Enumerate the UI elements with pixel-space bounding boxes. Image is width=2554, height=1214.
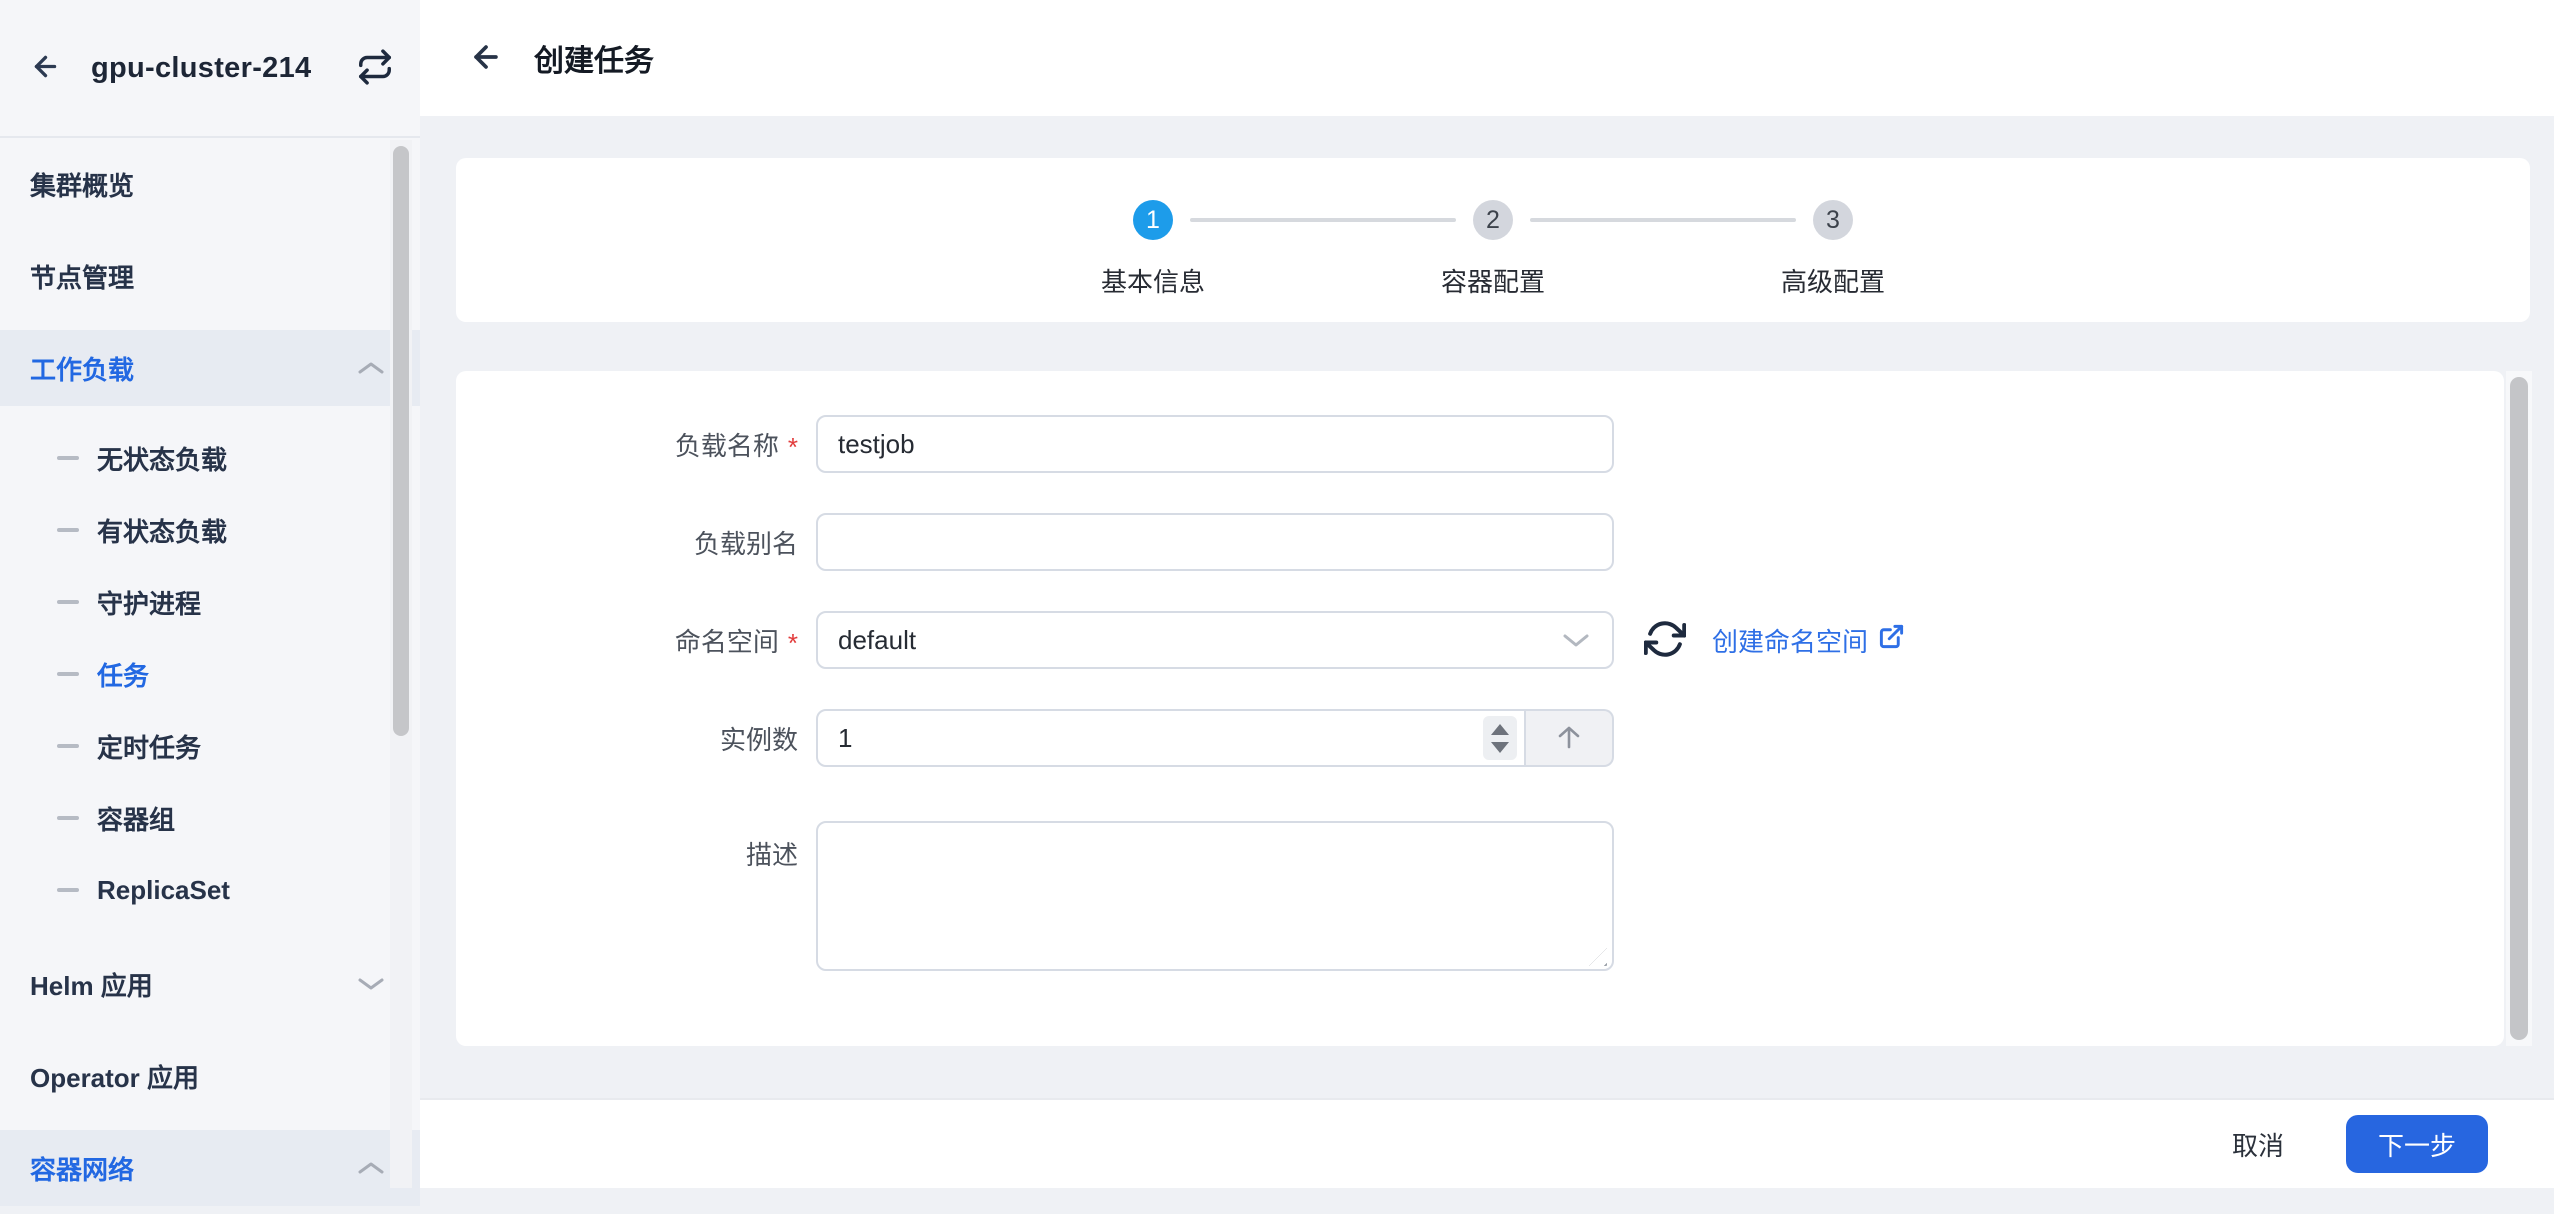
workload-name-input[interactable]: [816, 415, 1614, 473]
back-arrow-icon: [30, 51, 61, 85]
content-area: 1 2 3 基本信息 容器配置 高级配置 负载名称 *: [420, 116, 2554, 1098]
namespace-selected-value: default: [838, 625, 916, 656]
form-row-replicas: 实例数: [456, 709, 2504, 767]
step-connector: [1530, 218, 1796, 222]
namespace-actions: 创建命名空间: [1644, 618, 1905, 663]
workloads-subgroup: 无状态负载 有状态负载 守护进程 任务 定时任务 容器组: [0, 414, 420, 926]
alias-label: 负载别名: [456, 524, 816, 561]
switch-cluster-icon: [356, 48, 394, 89]
step-1-circle: 1: [1133, 200, 1173, 240]
dash-icon: [57, 744, 79, 748]
sidebar-item-pods[interactable]: 容器组: [0, 782, 420, 854]
basic-info-form-card: 负载名称 * 负载别名 命名空间 *: [456, 371, 2504, 1046]
form-row-alias: 负载别名: [456, 513, 2504, 571]
workload-alias-input[interactable]: [816, 513, 1614, 571]
sidebar-nav: 集群概览 节点管理 工作负载 无状态负载 有状态负载 守护进程: [0, 138, 420, 1214]
refresh-icon: [1644, 618, 1686, 663]
replicas-input[interactable]: [816, 709, 1526, 767]
chevron-down-icon: [356, 975, 386, 993]
step-connector: [1190, 218, 1456, 222]
back-arrow-icon: [469, 40, 503, 77]
sidebar-item-cluster-overview[interactable]: 集群概览: [0, 138, 420, 230]
replicas-input-group: [816, 709, 1614, 767]
sidebar-item-workloads[interactable]: 工作负载: [0, 322, 420, 414]
dash-icon: [57, 888, 79, 892]
description-textarea[interactable]: [816, 821, 1614, 971]
stepper-down-icon[interactable]: [1491, 742, 1509, 753]
form-row-name: 负载名称 *: [456, 415, 2504, 473]
required-asterisk: *: [788, 628, 798, 659]
dash-icon: [57, 528, 79, 532]
stepper-card: 1 2 3 基本信息 容器配置 高级配置: [456, 158, 2530, 322]
sidebar: gpu-cluster-214 集群概览 节点管理 工作负载 无状态负载: [0, 0, 420, 1188]
chevron-down-icon: [1562, 632, 1590, 648]
content-scrollbar-thumb[interactable]: [2510, 377, 2528, 1040]
namespace-select[interactable]: default: [816, 611, 1614, 669]
sidebar-item-jobs[interactable]: 任务: [0, 638, 420, 710]
stepper: 1 2 3: [456, 200, 2530, 240]
step-2-label: 容器配置: [1441, 262, 1545, 299]
sidebar-header: gpu-cluster-214: [0, 0, 420, 138]
create-namespace-link[interactable]: 创建命名空间: [1712, 622, 1905, 659]
sidebar-scrollbar[interactable]: [390, 140, 412, 1188]
required-asterisk: *: [788, 432, 798, 463]
name-label: 负载名称 *: [456, 426, 816, 463]
arrow-up-icon: [1551, 719, 1587, 758]
next-step-button[interactable]: 下一步: [2346, 1115, 2488, 1173]
form-row-namespace: 命名空间 * default: [456, 611, 2504, 669]
refresh-namespaces-button[interactable]: [1644, 618, 1686, 663]
sidebar-item-container-network[interactable]: 容器网络: [0, 1122, 420, 1214]
step-2-circle: 2: [1473, 200, 1513, 240]
namespace-label: 命名空间 *: [456, 622, 816, 659]
sidebar-item-operator-apps[interactable]: Operator 应用: [0, 1030, 420, 1122]
cluster-name: gpu-cluster-214: [91, 52, 356, 85]
step-1-label: 基本信息: [1101, 262, 1205, 299]
page-header: 创建任务: [420, 0, 2554, 116]
replicas-stepper[interactable]: [1483, 716, 1517, 760]
dash-icon: [57, 816, 79, 820]
sidebar-item-daemonsets[interactable]: 守护进程: [0, 566, 420, 638]
sidebar-item-statefulsets[interactable]: 有状态负载: [0, 494, 420, 566]
sidebar-scrollbar-thumb[interactable]: [393, 146, 409, 736]
page-back-button[interactable]: [469, 40, 503, 77]
chevron-up-icon: [356, 359, 386, 377]
step-3-circle: 3: [1813, 200, 1853, 240]
sidebar-item-cronjobs[interactable]: 定时任务: [0, 710, 420, 782]
switch-cluster-button[interactable]: [356, 48, 394, 89]
scale-up-button[interactable]: [1526, 709, 1614, 767]
stepper-up-icon[interactable]: [1491, 724, 1509, 735]
dash-icon: [57, 672, 79, 676]
description-label: 描述: [456, 821, 816, 872]
sidebar-item-replicaset[interactable]: ReplicaSet: [0, 854, 420, 926]
sidebar-back-button[interactable]: [30, 51, 61, 85]
replicas-label: 实例数: [456, 720, 816, 757]
form-row-description: 描述: [456, 821, 2504, 976]
sidebar-item-deployments[interactable]: 无状态负载: [0, 422, 420, 494]
external-link-icon: [1878, 623, 1905, 657]
sidebar-item-node-management[interactable]: 节点管理: [0, 230, 420, 322]
cancel-button[interactable]: 取消: [2226, 1125, 2290, 1164]
main-area: 创建任务 1 2 3 基本信息 容器配置 高级配置 负载名称 *: [420, 0, 2554, 1188]
page-title: 创建任务: [534, 36, 654, 80]
sidebar-item-helm-apps[interactable]: Helm 应用: [0, 938, 420, 1030]
form-footer: 取消 下一步: [420, 1098, 2554, 1188]
chevron-up-icon: [356, 1159, 386, 1177]
dash-icon: [57, 600, 79, 604]
dash-icon: [57, 456, 79, 460]
step-3-label: 高级配置: [1781, 262, 1885, 299]
